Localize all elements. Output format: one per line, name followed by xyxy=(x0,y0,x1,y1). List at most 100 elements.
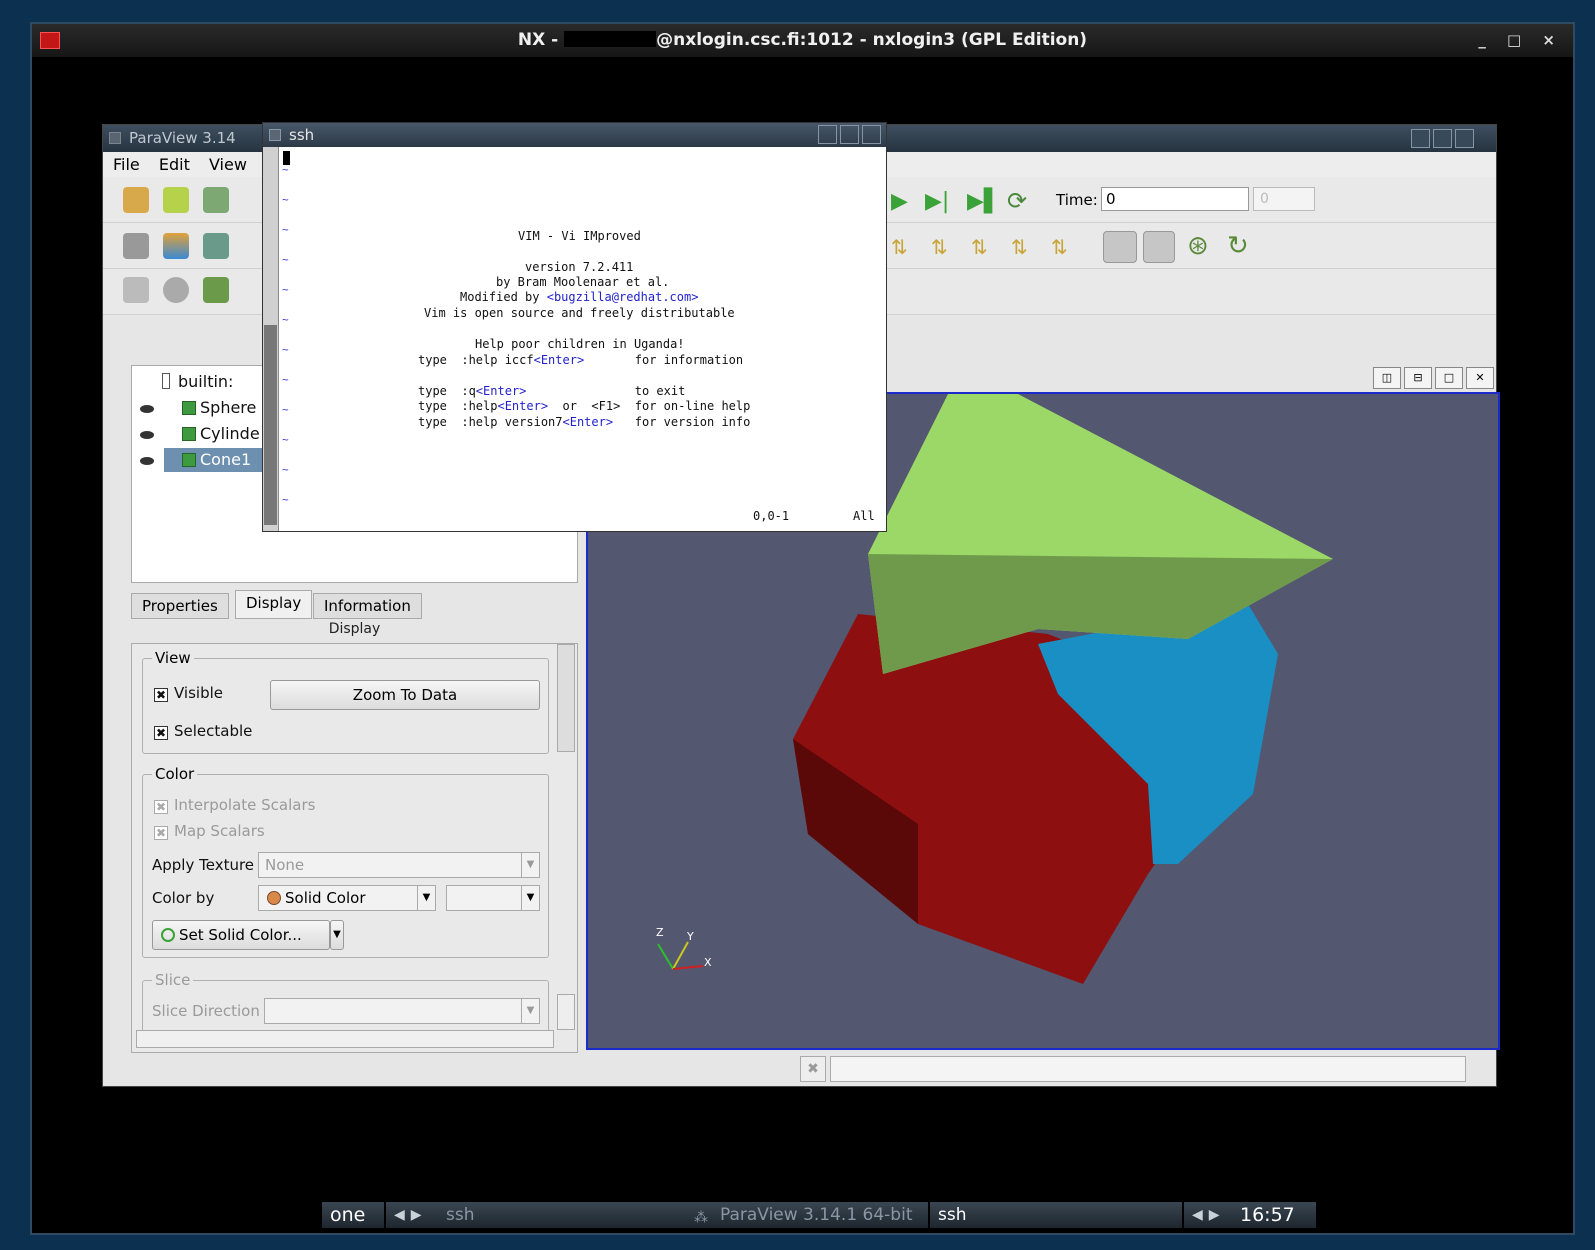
desktop-switch-arrows[interactable]: ◀▶ xyxy=(386,1202,438,1228)
calculator-icon[interactable] xyxy=(123,277,149,303)
nx-app-icon[interactable] xyxy=(40,32,60,49)
tab-information[interactable]: Information xyxy=(313,593,422,619)
close-button[interactable] xyxy=(862,125,881,144)
pipeline-item-label: Cone1 xyxy=(200,450,252,469)
maximize-button[interactable] xyxy=(1433,129,1452,148)
menu-file[interactable]: File xyxy=(113,155,140,174)
view-group-label: View xyxy=(152,649,194,667)
color-legend-icon[interactable] xyxy=(123,233,149,259)
menu-view[interactable]: View xyxy=(209,155,247,174)
color-by-value: Solid Color xyxy=(285,889,366,907)
reset-center-icon[interactable] xyxy=(1143,231,1175,263)
tab-display[interactable]: Display xyxy=(235,590,313,619)
time-step-spinbox[interactable]: 0 xyxy=(1253,187,1315,211)
vim-terminal[interactable]: ~ ~ ~ ~ ~ ~ ~ ~ ~ ~ ~ ~ VIM - Vi IMprove… xyxy=(263,147,886,531)
load-state-icon[interactable] xyxy=(163,187,189,213)
vim-author: by Bram Moolenaar et al. xyxy=(496,275,670,289)
view-neg-y-icon[interactable]: ⇅ xyxy=(971,235,988,259)
visible-checkbox[interactable]: ✖ Visible xyxy=(154,684,223,702)
zoom-to-data-button[interactable]: Zoom To Data xyxy=(270,680,540,710)
task-paraview-label: ParaView 3.14.1 64-bit xyxy=(720,1205,913,1225)
tilde-marker: ~ xyxy=(282,313,289,326)
pick-center-icon[interactable]: ⊛ xyxy=(1187,231,1209,261)
task-ssh[interactable]: ssh xyxy=(438,1202,688,1228)
scrollbar-thumb[interactable] xyxy=(264,325,277,525)
component-select[interactable]: ▼ xyxy=(446,885,540,911)
clear-progress-icon[interactable]: ✖ xyxy=(800,1056,826,1082)
tab-properties[interactable]: Properties xyxy=(131,593,229,619)
checkbox-icon: ✖ xyxy=(154,726,168,740)
eye-icon[interactable] xyxy=(140,431,154,439)
set-solid-color-button[interactable]: Set Solid Color... xyxy=(152,920,330,950)
close-view-icon[interactable]: ✕ xyxy=(1466,367,1494,389)
close-button[interactable] xyxy=(1455,129,1474,148)
next-frame-icon[interactable]: ▶| xyxy=(925,189,949,214)
minimize-button[interactable] xyxy=(1411,129,1430,148)
checkbox-icon: ✖ xyxy=(154,688,168,702)
tilde-marker: ~ xyxy=(282,493,289,506)
interpolate-scalars-checkbox[interactable]: ✖ Interpolate Scalars xyxy=(154,796,315,814)
apply-texture-select[interactable]: None ▼ xyxy=(258,852,540,878)
tilde-marker: ~ xyxy=(282,253,289,266)
show-center-icon[interactable] xyxy=(1103,231,1137,263)
pipeline-item-sphere[interactable]: Sphere xyxy=(182,398,256,417)
view-pos-y-icon[interactable]: ⇅ xyxy=(931,235,948,259)
display-panel: View ✖ Visible Zoom To Data ✖ Selectable C… xyxy=(131,643,578,1053)
pipeline-item-cone[interactable]: Cone1 xyxy=(164,448,274,472)
view-neg-z-icon[interactable]: ⇅ xyxy=(1051,235,1068,259)
nx-window-controls[interactable]: _ □ × xyxy=(1478,24,1563,57)
ssh-window: ssh ~ ~ ~ ~ ~ ~ ~ ~ ~ ~ ~ ~ VIM - Vi IMp… xyxy=(262,122,887,532)
eye-icon[interactable] xyxy=(140,457,154,465)
pipeline-item-cylinder[interactable]: Cylinde xyxy=(182,424,260,443)
window-menu-icon[interactable] xyxy=(109,132,121,144)
desktop-name[interactable]: one xyxy=(322,1202,384,1228)
maximize-button[interactable] xyxy=(840,125,859,144)
terminal-scrollbar[interactable] xyxy=(263,147,279,531)
view-neg-x-icon[interactable]: ⇅ xyxy=(891,235,908,259)
pipeline-root[interactable]: builtin: xyxy=(162,372,233,391)
panel-scroll-buttons[interactable] xyxy=(557,994,575,1030)
time-input[interactable]: 0 xyxy=(1101,187,1249,211)
loop-icon[interactable]: ⟳ xyxy=(1007,187,1027,215)
open-icon[interactable] xyxy=(123,187,149,213)
nx-title-prefix: NX - xyxy=(517,30,559,50)
tilde-marker: ~ xyxy=(282,163,289,176)
panel-vscrollbar[interactable] xyxy=(557,644,575,752)
interpolate-label: Interpolate Scalars xyxy=(174,796,316,814)
task-paraview[interactable]: ⁂ ParaView 3.14.1 64-bit xyxy=(688,1202,928,1228)
rescale-range-icon[interactable] xyxy=(203,233,229,259)
vim-version: version 7.2.411 xyxy=(525,260,634,274)
panel-hscrollbar[interactable] xyxy=(136,1030,554,1048)
split-horizontal-icon[interactable]: ◫ xyxy=(1373,367,1401,389)
save-data-icon[interactable] xyxy=(203,187,229,213)
clip-icon[interactable] xyxy=(203,277,229,303)
tilde-marker: ~ xyxy=(282,463,289,476)
nx-titlebar[interactable]: NX - @nxlogin.csc.fi:1012 - nxlogin3 (GP… xyxy=(32,24,1573,57)
taskbar: one ◀▶ ssh ⁂ ParaView 3.14.1 64-bit ssh ◀… xyxy=(322,1202,1322,1228)
rotate-icon[interactable]: ↻ xyxy=(1227,231,1249,261)
eye-icon[interactable] xyxy=(140,405,154,413)
solid-color-dropdown[interactable]: ▼ xyxy=(330,920,344,950)
paraview-title: ParaView 3.14 xyxy=(129,129,236,147)
vim-title: VIM - Vi IMproved xyxy=(518,229,641,243)
map-scalars-checkbox[interactable]: ✖ Map Scalars xyxy=(154,822,265,840)
cube-icon xyxy=(182,453,196,467)
color-by-select[interactable]: Solid Color ▼ xyxy=(258,885,436,911)
contour-icon[interactable] xyxy=(163,277,189,303)
edit-colormap-icon[interactable] xyxy=(163,233,189,259)
task-switch-arrows[interactable]: ◀▶ xyxy=(1184,1202,1232,1228)
selectable-checkbox[interactable]: ✖ Selectable xyxy=(154,722,252,740)
window-menu-icon[interactable] xyxy=(269,129,281,141)
minimize-button[interactable] xyxy=(818,125,837,144)
help-desc: or <F1> for on-line help xyxy=(548,399,751,413)
view-pos-z-icon[interactable]: ⇅ xyxy=(1011,235,1028,259)
maximize-view-icon[interactable]: □ xyxy=(1435,367,1463,389)
task-ssh-active[interactable]: ssh xyxy=(930,1202,1182,1228)
z-axis-line xyxy=(657,943,674,970)
last-frame-icon[interactable]: ▶▌ xyxy=(967,189,1001,214)
menu-edit[interactable]: Edit xyxy=(159,155,190,174)
slice-direction-select[interactable]: ▼ xyxy=(264,998,540,1024)
split-vertical-icon[interactable]: ⊟ xyxy=(1404,367,1432,389)
ssh-titlebar[interactable]: ssh xyxy=(263,123,886,147)
play-icon[interactable]: ▶ xyxy=(891,189,908,214)
